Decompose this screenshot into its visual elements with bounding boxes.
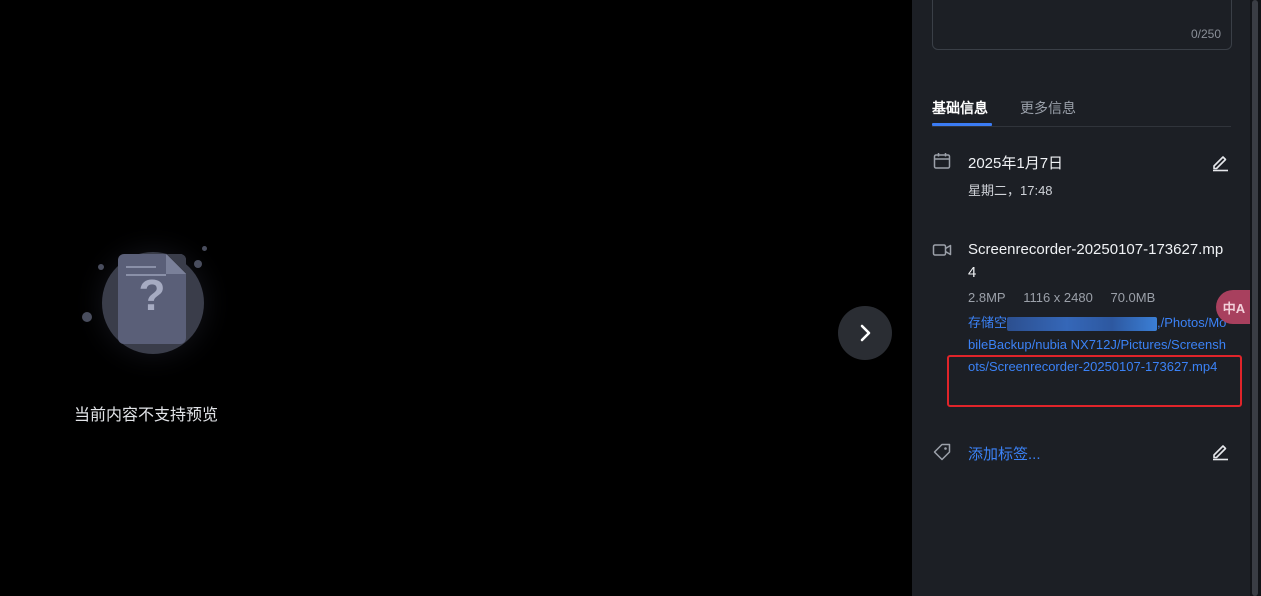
tab-basic-info[interactable]: 基础信息 [932, 98, 988, 118]
decor-dot [194, 260, 202, 268]
description-textarea[interactable]: 0/250 [932, 0, 1232, 50]
file-fold [166, 254, 186, 274]
translate-icon: 中A [1222, 300, 1246, 316]
info-panel: 0/250 基础信息 更多信息 2025年1月7日 星期二，17:48 Scre… [912, 0, 1250, 596]
unsupported-file-illustration: ? [78, 238, 218, 368]
file-line [126, 266, 156, 268]
tab-more-info[interactable]: 更多信息 [1020, 98, 1076, 118]
panel-scrollbar[interactable] [1250, 0, 1261, 596]
redacted-region [1007, 316, 1158, 331]
chevron-right-icon [860, 324, 871, 342]
add-tag-link[interactable]: 添加标签... [968, 443, 1041, 464]
edit-date-icon[interactable] [1210, 152, 1230, 172]
date-value: 2025年1月7日 [968, 155, 1064, 172]
file-megapixels: 2.8MP [968, 290, 1006, 305]
translate-button[interactable]: 中A [1216, 290, 1252, 324]
edit-tags-icon[interactable] [1210, 441, 1230, 461]
file-size: 70.0MB [1110, 290, 1156, 305]
file-dimensions: 1116 x 2480 [1023, 290, 1093, 305]
file-meta: 2.8MP 1116 x 2480 70.0MB [968, 290, 1169, 305]
weekday-time: 星期二，17:48 [968, 183, 1053, 198]
no-preview-message: 当前内容不支持预览 [74, 407, 219, 424]
file-name: Screenrecorder-20250107-173627.mp4 [968, 241, 1224, 281]
info-tabs: 基础信息 更多信息 [932, 96, 1231, 127]
decor-dot [82, 312, 92, 322]
scrollbar-thumb[interactable] [1252, 0, 1258, 596]
path-highlight-annotation [947, 355, 1242, 407]
media-viewer: ? 当前内容不支持预览 [0, 0, 912, 596]
path-prefix: 存储空 [968, 315, 1008, 330]
char-counter: 0/250 [1190, 27, 1221, 41]
decor-dot [98, 264, 104, 270]
tag-icon [933, 443, 951, 461]
video-camera-icon [932, 244, 952, 256]
active-tab-indicator [932, 123, 992, 126]
calendar-icon [933, 153, 951, 169]
decor-dot [202, 246, 207, 251]
next-button[interactable] [838, 306, 892, 360]
question-mark-icon: ? [138, 271, 166, 320]
